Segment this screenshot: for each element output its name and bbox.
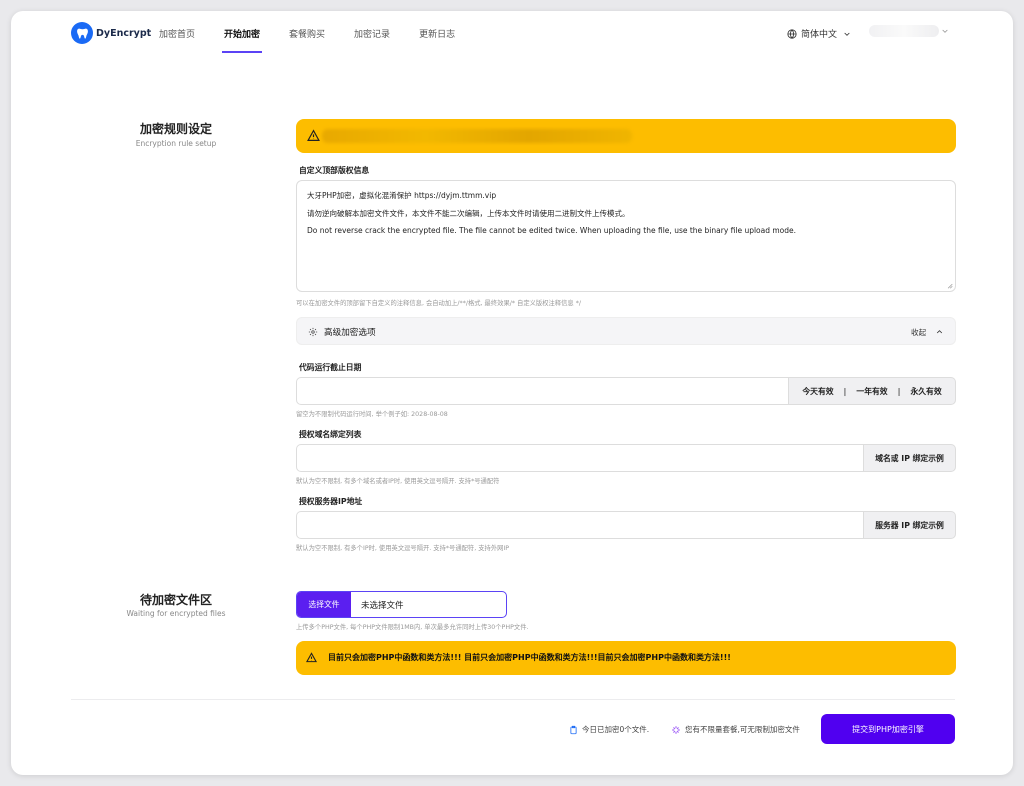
today-count-text: 今日已加密0个文件.: [582, 725, 650, 734]
domain-example-button[interactable]: 域名或 IP 绑定示例: [864, 444, 956, 472]
clipboard-icon: [570, 725, 577, 734]
nav-tab-home[interactable]: 加密首页: [159, 27, 195, 51]
today-count-status: 今日已加密0个文件.: [569, 724, 649, 735]
gear-icon: [308, 327, 318, 337]
rules-section-title: 加密规则设定: [139, 122, 212, 136]
expiry-date-input[interactable]: [296, 377, 789, 405]
option-today[interactable]: 今天有效: [802, 386, 833, 397]
separator: |: [897, 386, 901, 396]
copyright-label: 自定义顶部版权信息: [299, 166, 370, 175]
copyright-line: 大牙PHP加密，虚拟化混淆保护 https://dyjm.ttmm.vip: [307, 191, 497, 200]
files-hint: 上传多个PHP文件, 每个PHP文件限制1MB内, 单次最多允许同时上传30个P…: [296, 624, 529, 631]
language-selector[interactable]: 简体中文: [787, 27, 855, 40]
nav-tab-records[interactable]: 加密记录: [354, 27, 390, 51]
globe-icon: [787, 28, 797, 39]
top-nav: DyEncrypt 加密首页 开始加密 套餐购买 加密记录 更新日志 简体中文: [11, 11, 1013, 63]
copyright-line: 请勿逆向破解本加密文件文件，本文件不能二次编辑，上传本文件时请使用二进制文件上传…: [307, 208, 630, 218]
nav-tab-start-encrypt[interactable]: 开始加密: [222, 27, 263, 53]
chevron-up-icon: [936, 330, 943, 334]
plan-status-text: 您有不限量套餐,可无限制加密文件: [685, 725, 800, 734]
function-warning-banner: 目前只会加密PHP中函数和类方法!!! 目前只会加密PHP中函数和类方法!!!目…: [296, 641, 956, 675]
nav-tab-changelog[interactable]: 更新日志: [419, 27, 455, 51]
main-card: DyEncrypt 加密首页 开始加密 套餐购买 加密记录 更新日志 简体中文 …: [11, 11, 1013, 775]
rules-section-subtitle: Encryption rule setup: [135, 139, 217, 148]
function-warning-text: 目前只会加密PHP中函数和类方法!!! 目前只会加密PHP中函数和类方法!!!目…: [328, 653, 731, 662]
collapse-label: 收起: [911, 328, 927, 337]
submit-encrypt-button[interactable]: 提交到PHP加密引擎: [821, 714, 955, 744]
copyright-line: Do not reverse crack the encrypted file.…: [307, 226, 797, 235]
advanced-options-title: 高级加密选项: [324, 328, 376, 338]
user-account-blurred[interactable]: [869, 25, 939, 37]
expiry-label: 代码运行截止日期: [299, 363, 362, 372]
server-ip-example-button[interactable]: 服务器 IP 绑定示例: [864, 511, 956, 539]
nav-tab-plans[interactable]: 套餐购买: [289, 27, 325, 51]
blurred-notice-text: [322, 129, 632, 143]
domains-label: 授权域名绑定列表: [299, 430, 362, 439]
expiry-quick-options: 今天有效 | 一年有效 | 永久有效: [789, 377, 956, 405]
footer-divider: [71, 699, 955, 700]
tooth-logo-icon: [71, 22, 93, 44]
chevron-down-icon: [844, 32, 850, 36]
brand-name: DyEncrypt: [96, 27, 152, 39]
copyright-textarea[interactable]: 大牙PHP加密，虚拟化混淆保护 https://dyjm.ttmm.vip 请勿…: [296, 180, 956, 292]
sparkle-icon: [672, 725, 680, 734]
choose-file-button[interactable]: 选择文件: [297, 592, 351, 617]
brand-logo[interactable]: DyEncrypt: [71, 22, 151, 44]
server-ip-input[interactable]: [296, 511, 864, 539]
nav-tabs: 加密首页 开始加密 套餐购买 加密记录 更新日志: [159, 27, 484, 53]
top-warning-banner: [296, 119, 956, 153]
domains-hint: 默认为空不限制, 有多个域名或者IP时, 使用英文逗号隔开. 支持*号通配符: [296, 478, 500, 485]
file-picker[interactable]: 选择文件 未选择文件: [296, 591, 507, 618]
option-forever[interactable]: 永久有效: [910, 386, 941, 397]
expiry-hint: 留空为不限制代码运行时间, 举个例子如: 2028-08-08: [296, 411, 448, 418]
files-section-subtitle: Waiting for encrypted files: [126, 609, 226, 618]
option-one-year[interactable]: 一年有效: [856, 386, 887, 397]
advanced-options-toggle[interactable]: 高级加密选项 收起: [296, 317, 956, 345]
copyright-hint: 可以在加密文件的顶部留下自定义的注释信息, 会自动加上/**/格式, 最终效果/…: [296, 300, 581, 307]
server-ip-hint: 默认为空不限制, 有多个IP时, 使用英文逗号隔开. 支持*号通配符, 支持外网…: [296, 545, 510, 552]
warning-icon: [306, 652, 317, 663]
separator: |: [843, 386, 847, 396]
files-section-title: 待加密文件区: [139, 593, 212, 607]
language-label: 简体中文: [801, 30, 838, 40]
no-file-label: 未选择文件: [361, 600, 404, 611]
domains-input[interactable]: [296, 444, 864, 472]
plan-status: 您有不限量套餐,可无限制加密文件: [671, 724, 800, 735]
resize-handle-icon[interactable]: [946, 282, 953, 289]
server-ip-label: 授权服务器IP地址: [299, 497, 363, 506]
chevron-down-icon[interactable]: [941, 27, 949, 35]
warning-icon: [307, 129, 320, 141]
